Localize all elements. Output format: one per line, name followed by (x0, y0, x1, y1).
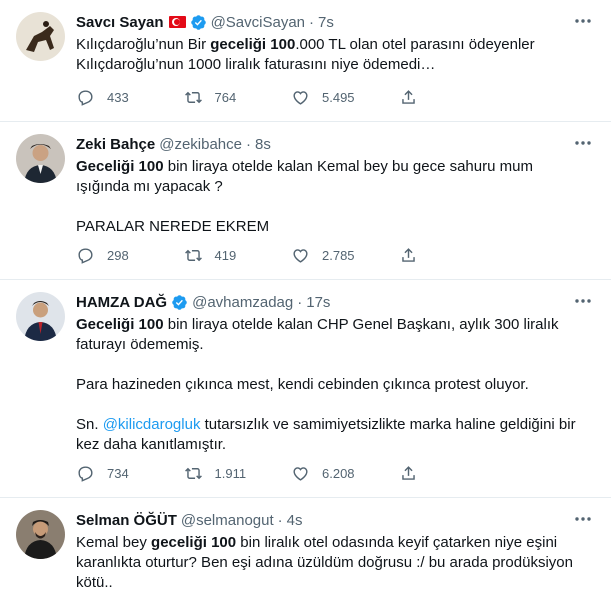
like-button[interactable]: 5.495 (291, 88, 399, 107)
text-bold: Geceliği 100 (76, 158, 164, 175)
author-name[interactable]: Zeki Bahçe (76, 136, 155, 153)
separator-dot: · (277, 511, 283, 529)
author-handle[interactable]: @SavciSayan (211, 14, 305, 31)
retweet-count: 764 (214, 90, 237, 105)
share-icon (401, 90, 415, 104)
retweet-icon (184, 249, 202, 262)
text-part: Kemal bey (76, 534, 152, 551)
separator-dot: · (309, 13, 315, 31)
like-button[interactable]: 6.208 (291, 464, 399, 483)
avatar[interactable] (16, 292, 65, 341)
more-icon[interactable] (573, 136, 593, 150)
share-icon (401, 466, 415, 480)
tweet-text: Geceliği 100 bin liraya otelde kalan CHP… (76, 315, 581, 455)
verified-icon (172, 294, 187, 310)
author-handle[interactable]: @zekibahce (159, 136, 242, 153)
tweet-time[interactable]: 8s (255, 136, 271, 153)
tweet-actions: 734 1.911 6.208 (76, 464, 506, 483)
retweet-button[interactable]: 419 (184, 246, 292, 265)
text-bold: geceliği 100 (210, 36, 296, 53)
turkish-flag-icon (168, 16, 186, 28)
tweet-feed: Savcı Sayan @SavciSayan · 7s Kılıçdaroğl… (0, 0, 611, 605)
tweet-actions: 433 764 5.495 (76, 88, 506, 107)
tweet-time[interactable]: 4s (287, 512, 303, 529)
more-icon[interactable] (573, 14, 593, 28)
reply-button[interactable]: 433 (76, 88, 184, 107)
reply-button[interactable]: 298 (76, 246, 184, 265)
retweet-button[interactable]: 764 (184, 88, 292, 107)
like-button[interactable]: 2.785 (291, 246, 399, 265)
avatar[interactable] (16, 134, 65, 183)
like-count: 2.785 (322, 248, 355, 263)
retweet-button[interactable]: 1.911 (184, 464, 292, 483)
tweet-text: Kılıçdaroğlu’nun Bir geceliği 100.000 TL… (76, 35, 581, 75)
more-icon[interactable] (573, 512, 593, 526)
reply-button[interactable]: 734 (76, 464, 184, 483)
tweet[interactable]: Selman ÖĞÜT @selmanogut · 4s Kemal bey g… (0, 498, 611, 605)
author-handle[interactable]: @avhamzadag (192, 294, 293, 311)
retweet-count: 1.911 (214, 466, 247, 481)
more-icon[interactable] (573, 294, 593, 308)
share-icon (401, 248, 415, 262)
retweet-icon (184, 467, 202, 480)
share-button[interactable] (399, 464, 507, 483)
like-icon (293, 91, 308, 105)
share-button[interactable] (399, 246, 507, 265)
mention-link[interactable]: @kilicdarogluk (103, 416, 201, 433)
author-name[interactable]: HAMZA DAĞ (76, 294, 167, 311)
reply-icon (78, 248, 93, 264)
reply-icon (78, 90, 93, 106)
like-count: 6.208 (322, 466, 355, 481)
tweet-actions: 298 419 2.785 (76, 246, 506, 265)
reply-count: 734 (107, 466, 129, 481)
like-icon (293, 249, 308, 263)
share-button[interactable] (399, 88, 507, 107)
separator-dot: · (297, 293, 303, 311)
text-part: Kılıçdaroğlu’nun Bir (76, 36, 211, 53)
author-name[interactable]: Selman ÖĞÜT (76, 512, 177, 529)
reply-count: 433 (107, 90, 129, 105)
like-icon (293, 467, 308, 481)
retweet-count: 419 (214, 248, 237, 263)
author-handle[interactable]: @selmanogut (181, 512, 274, 529)
text-bold: Geceliği 100 (76, 316, 164, 333)
tweet[interactable]: Zeki Bahçe @zekibahce · 8s Geceliği 100 … (0, 122, 611, 280)
like-count: 5.495 (322, 90, 355, 105)
verified-icon (190, 14, 206, 30)
tweet-text: Geceliği 100 bin liraya otelde kalan Kem… (76, 157, 581, 237)
avatar[interactable] (16, 12, 65, 61)
reply-count: 298 (107, 248, 129, 263)
tweet-text: Kemal bey geceliği 100 bin liralık otel … (76, 533, 581, 593)
separator-dot: · (246, 135, 251, 153)
retweet-icon (184, 91, 202, 104)
tweet-time[interactable]: 17s (306, 294, 330, 311)
tweet[interactable]: HAMZA DAĞ @avhamzadag · 17s Geceliği 100… (0, 280, 611, 498)
author-name[interactable]: Savcı Sayan (76, 14, 164, 31)
tweet[interactable]: Savcı Sayan @SavciSayan · 7s Kılıçdaroğl… (0, 0, 611, 122)
avatar[interactable] (16, 510, 65, 559)
reply-icon (78, 466, 93, 482)
tweet-time[interactable]: 7s (318, 14, 334, 31)
text-bold: geceliği 100 (151, 534, 237, 551)
